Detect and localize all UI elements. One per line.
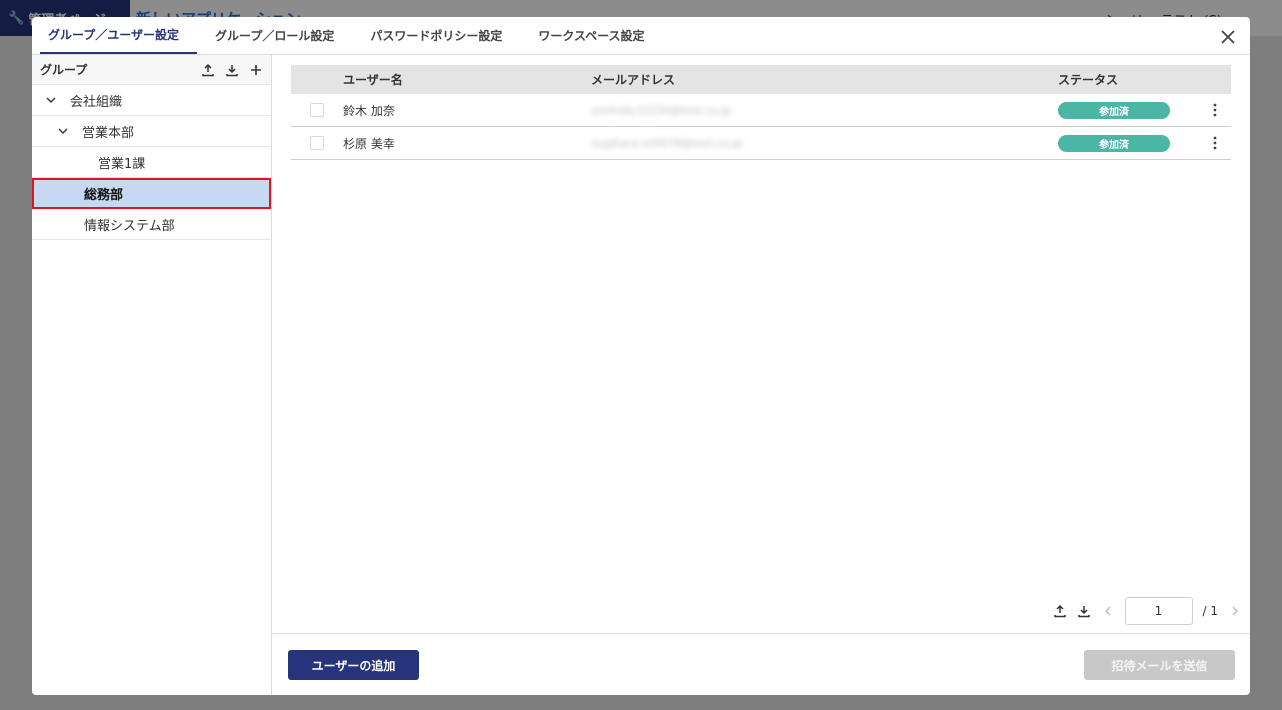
download-icon[interactable] (225, 63, 239, 77)
header-user-name[interactable]: ユーザー名 (343, 71, 591, 88)
tree-item-label: 総務部 (84, 187, 124, 203)
page-number-input[interactable] (1124, 597, 1193, 625)
user-panel: ユーザー名 メールアドレス ステータス 鈴木 加奈 yoshida.t1234@… (273, 55, 1250, 695)
tree-item-company[interactable]: 会社組織 (32, 85, 271, 116)
more-vertical-icon[interactable] (1213, 103, 1217, 117)
page-total: / 1 (1202, 604, 1219, 618)
table-row[interactable]: 鈴木 加奈 yoshida.t1234@test.co.jp 参加済 (291, 94, 1231, 127)
header-email[interactable]: メールアドレス (591, 71, 1058, 88)
user-table: ユーザー名 メールアドレス ステータス 鈴木 加奈 yoshida.t1234@… (291, 65, 1231, 160)
tab-password-policy[interactable]: パスワードポリシー設定 (362, 24, 520, 54)
settings-modal: グループ／ユーザー設定 グループ／ロール設定 パスワードポリシー設定 ワークスペ… (32, 17, 1250, 695)
user-email-blurred: sugihara.m5678@test.co.jp (591, 137, 743, 150)
group-tools (201, 63, 263, 77)
user-name: 鈴木 加奈 (343, 103, 395, 118)
chevron-right-icon[interactable] (1228, 604, 1242, 618)
tree-item-label: 会社組織 (70, 94, 123, 110)
table-header: ユーザー名 メールアドレス ステータス (291, 65, 1231, 94)
send-invite-button[interactable]: 招待メールを送信 (1084, 650, 1235, 680)
chevron-left-icon[interactable] (1101, 604, 1115, 618)
group-panel-header: グループ (32, 55, 271, 85)
tab-group-role-settings[interactable]: グループ／ロール設定 (207, 24, 352, 54)
chevron-down-icon[interactable] (44, 93, 58, 107)
user-panel-footer: ユーザーの追加 招待メールを送信 (273, 633, 1250, 695)
tree-item-label: 情報システム部 (84, 218, 175, 234)
table-row[interactable]: 杉原 美幸 sugihara.m5678@test.co.jp 参加済 (291, 127, 1231, 160)
row-checkbox[interactable] (310, 136, 324, 150)
group-panel-title: グループ (40, 63, 88, 77)
tree-item-label: 営業本部 (82, 125, 135, 141)
tree-item-general-affairs[interactable]: 総務部 (32, 178, 271, 209)
row-checkbox[interactable] (310, 103, 324, 117)
upload-icon[interactable] (201, 63, 215, 77)
user-email-blurred: yoshida.t1234@test.co.jp (591, 104, 732, 117)
close-icon[interactable] (1218, 27, 1238, 47)
tab-group-user-settings[interactable]: グループ／ユーザー設定 (40, 24, 198, 54)
chevron-down-icon[interactable] (56, 124, 70, 138)
add-user-button[interactable]: ユーザーの追加 (288, 650, 419, 680)
add-group-icon[interactable] (249, 63, 263, 77)
tree-item-label: 営業1課 (98, 156, 146, 172)
settings-tabs: グループ／ユーザー設定 グループ／ロール設定 パスワードポリシー設定 ワークスペ… (32, 17, 1250, 55)
tree-item-sales-section-1[interactable]: 営業1課 (32, 147, 271, 178)
upload-icon[interactable] (1053, 604, 1067, 618)
pagination: / 1 (1053, 596, 1243, 626)
status-badge: 参加済 (1058, 101, 1170, 119)
tree-item-sales-hq[interactable]: 営業本部 (32, 116, 271, 147)
more-vertical-icon[interactable] (1213, 136, 1217, 150)
group-panel: グループ 会社組織 営業本部 営業1課 総務部 情報システム部 (32, 55, 272, 695)
tree-item-information-systems[interactable]: 情報システム部 (32, 209, 271, 240)
download-icon[interactable] (1077, 604, 1091, 618)
header-status[interactable]: ステータス (1058, 71, 1198, 88)
status-badge: 参加済 (1058, 134, 1170, 152)
tab-workspace-settings[interactable]: ワークスペース設定 (530, 24, 662, 54)
user-name: 杉原 美幸 (343, 136, 395, 151)
